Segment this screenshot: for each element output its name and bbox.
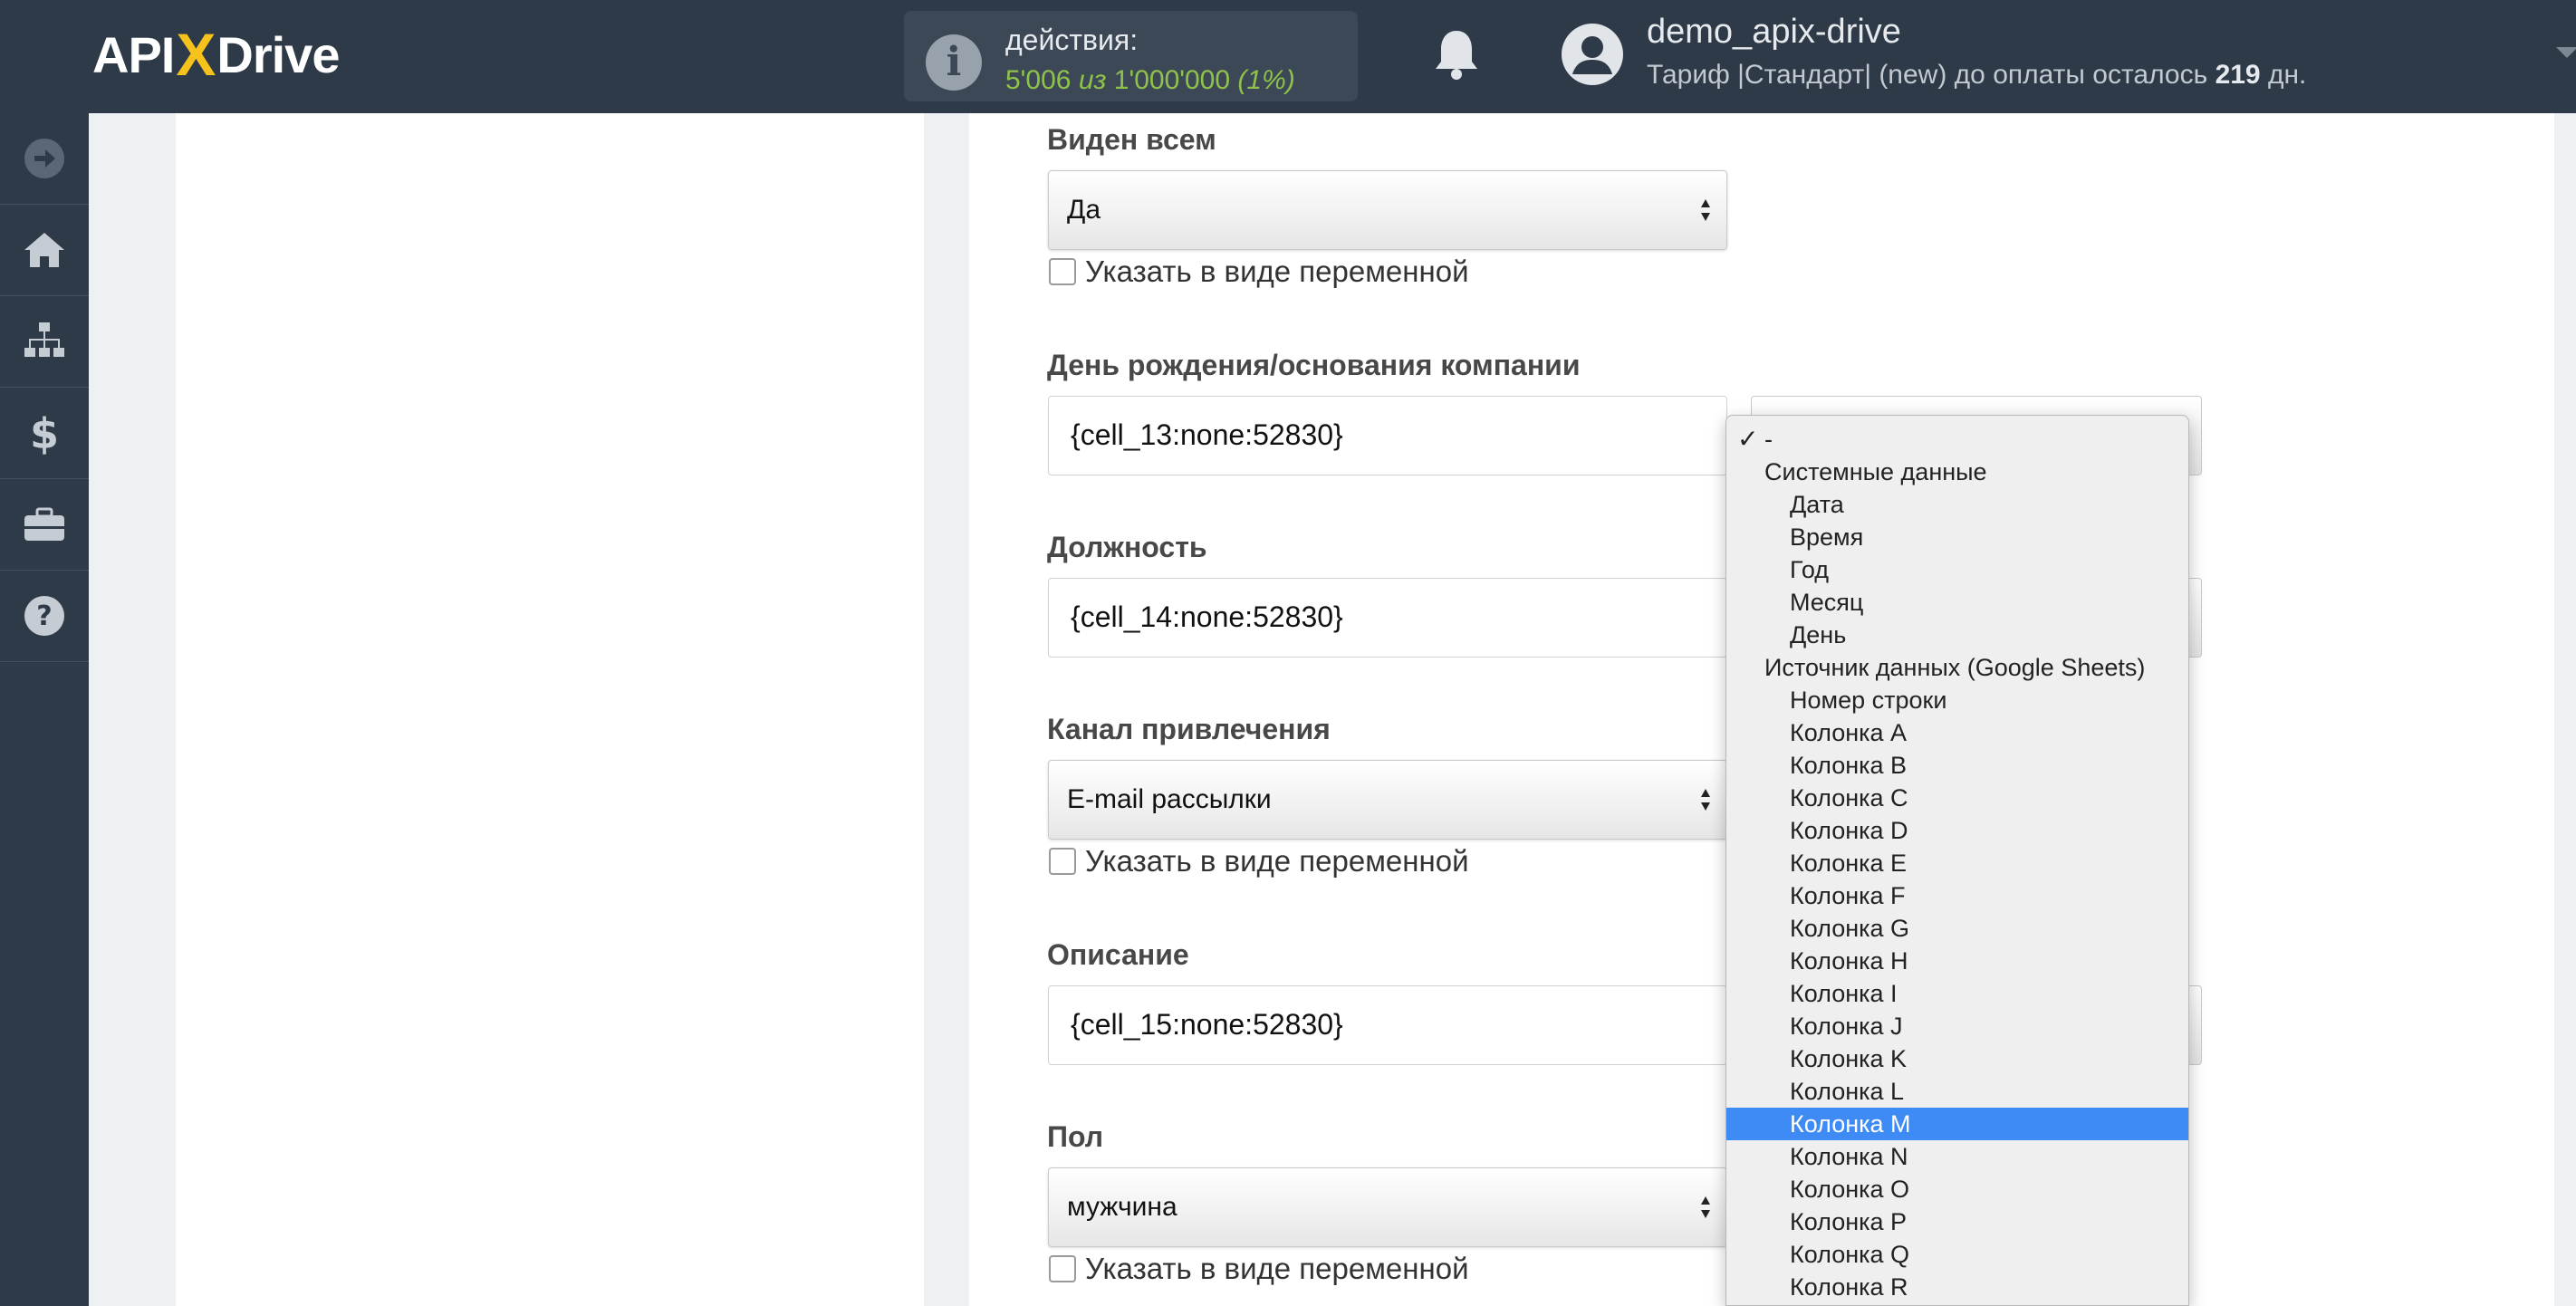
dropdown-item[interactable]: Колонка I [1726, 977, 2188, 1010]
dropdown-item[interactable]: Колонка O [1726, 1173, 2188, 1205]
actions-total: 1'000'000 [1113, 65, 1231, 95]
description-input-value: {cell_15:none:52830} [1071, 1008, 1343, 1041]
dropdown-item[interactable]: Колонка D [1726, 814, 2188, 847]
bell-icon[interactable] [1431, 27, 1482, 82]
briefcase-icon [24, 507, 64, 541]
dropdown-item[interactable]: Колонка G [1726, 912, 2188, 945]
info-icon: i [926, 34, 982, 91]
gender-variable-checkbox-row[interactable]: Указать в виде переменной [1049, 1252, 1469, 1285]
actions-count: 5'006 из 1'000'000 (1%) [1005, 65, 1295, 96]
dollar-icon: $ [30, 410, 59, 456]
dropdown-item[interactable]: Колонка R [1726, 1271, 2188, 1303]
dropdown-item[interactable]: Колонка A [1726, 716, 2188, 749]
dropdown-item-none[interactable]: ✓ - [1726, 423, 2188, 456]
user-name[interactable]: demo_apix-drive [1647, 13, 1901, 52]
actions-counter[interactable]: i действия: 5'006 из 1'000'000 (1%) [904, 11, 1358, 101]
tariff-suffix: дн. [2267, 60, 2307, 90]
svg-text:?: ? [36, 600, 52, 632]
description-label: Описание [1047, 938, 1189, 971]
tariff-days: 219 [2215, 60, 2261, 90]
dropdown-item-selected[interactable]: Колонка M [1726, 1108, 2188, 1140]
birthday-input[interactable]: {cell_13:none:52830} [1048, 396, 1727, 475]
dropdown-item[interactable]: Номер строки [1726, 684, 2188, 716]
gender-select-value: мужчина [1067, 1192, 1177, 1222]
dropdown-item[interactable]: Колонка H [1726, 945, 2188, 977]
actions-percent: (1%) [1237, 65, 1295, 95]
position-input-value: {cell_14:none:52830} [1071, 600, 1343, 633]
dropdown-item[interactable]: Колонка Q [1726, 1238, 2188, 1271]
visible-variable-checkbox-row[interactable]: Указать в виде переменной [1049, 254, 1469, 288]
nav-item-tools[interactable] [0, 479, 89, 571]
description-input[interactable]: {cell_15:none:52830} [1048, 985, 1727, 1065]
dropdown-item[interactable]: День [1726, 619, 2188, 651]
position-input[interactable]: {cell_14:none:52830} [1048, 578, 1727, 658]
dropdown-group-system: Системные данные [1764, 458, 1987, 485]
actions-label: действия: [1005, 24, 1139, 56]
side-navigation: $ ? [0, 113, 89, 1306]
dropdown-item[interactable]: Время [1726, 521, 2188, 553]
logo-x: X [176, 21, 216, 88]
select-arrows-icon [1701, 199, 1710, 221]
visible-variable-checkbox[interactable] [1049, 258, 1076, 285]
gender-variable-checkbox-label: Указать в виде переменной [1085, 1252, 1469, 1285]
gender-select[interactable]: мужчина [1048, 1167, 1727, 1247]
dropdown-item[interactable]: Колонка N [1726, 1140, 2188, 1173]
tariff-text: Тариф |Стандарт| (new) до оплаты осталос… [1647, 60, 2208, 90]
actions-of: из [1078, 65, 1107, 95]
top-header: API X Drive i действия: 5'006 из 1'000'000… [0, 0, 2576, 113]
left-panel [176, 113, 924, 1306]
actions-used: 5'006 [1005, 65, 1072, 95]
channel-select-value: E-mail рассылки [1067, 784, 1272, 814]
logo-drive: Drive [216, 25, 340, 83]
birthday-label: День рождения/основания компании [1047, 349, 1581, 381]
dropdown-item[interactable]: Год [1726, 553, 2188, 586]
dropdown-item[interactable]: Дата [1726, 488, 2188, 521]
visible-variable-checkbox-label: Указать в виде переменной [1085, 254, 1469, 288]
dropdown-group-source: Источник данных (Google Sheets) [1764, 654, 2146, 681]
dropdown-item[interactable]: Колонка P [1726, 1205, 2188, 1238]
select-arrows-icon [1701, 789, 1710, 811]
dropdown-item[interactable]: Колонка C [1726, 782, 2188, 814]
channel-variable-checkbox-label: Указать в виде переменной [1085, 844, 1469, 878]
channel-select[interactable]: E-mail рассылки [1048, 760, 1727, 840]
checkmark-icon: ✓ [1737, 425, 1759, 453]
position-label: Должность [1047, 531, 1207, 563]
nav-item-connections[interactable] [0, 296, 89, 388]
dropdown-item[interactable]: Колонка F [1726, 879, 2188, 912]
select-arrows-icon [1701, 1196, 1710, 1218]
variable-dropdown-list[interactable]: ✓ - Системные данные Дата Время Год Меся… [1725, 415, 2189, 1306]
logo-api: API [92, 25, 175, 83]
home-icon [24, 233, 64, 267]
visible-to-all-label: Виден всем [1047, 123, 1216, 156]
visible-to-all-value: Да [1067, 195, 1101, 225]
channel-variable-checkbox-row[interactable]: Указать в виде переменной [1049, 844, 1469, 878]
nav-item-expand[interactable] [0, 113, 89, 205]
gender-label: Пол [1047, 1120, 1104, 1153]
dropdown-item[interactable]: Колонка B [1726, 749, 2188, 782]
sitemap-icon [24, 322, 64, 357]
dropdown-item[interactable]: Колонка J [1726, 1010, 2188, 1042]
svg-text:$: $ [30, 410, 59, 456]
arrow-right-icon [24, 139, 64, 178]
nav-item-billing[interactable]: $ [0, 388, 89, 479]
apixdrive-logo[interactable]: API X Drive [92, 20, 340, 89]
user-menu-caret-icon[interactable] [2556, 47, 2576, 58]
birthday-input-value: {cell_13:none:52830} [1071, 418, 1343, 451]
channel-variable-checkbox[interactable] [1049, 848, 1076, 875]
nav-item-home[interactable] [0, 205, 89, 296]
user-avatar-icon[interactable] [1560, 22, 1625, 87]
dropdown-item[interactable]: Месяц [1726, 586, 2188, 619]
dropdown-item[interactable]: Колонка E [1726, 847, 2188, 879]
channel-label: Канал привлечения [1047, 713, 1331, 745]
dropdown-item[interactable]: Колонка K [1726, 1042, 2188, 1075]
visible-to-all-select[interactable]: Да [1048, 170, 1727, 250]
nav-item-help[interactable]: ? [0, 571, 89, 662]
dropdown-item-none-label: - [1764, 426, 1773, 453]
dropdown-item[interactable]: Колонка L [1726, 1075, 2188, 1108]
tariff-info: Тариф |Стандарт| (new) до оплаты осталос… [1647, 60, 2306, 91]
gender-variable-checkbox[interactable] [1049, 1255, 1076, 1282]
help-icon: ? [24, 596, 64, 636]
